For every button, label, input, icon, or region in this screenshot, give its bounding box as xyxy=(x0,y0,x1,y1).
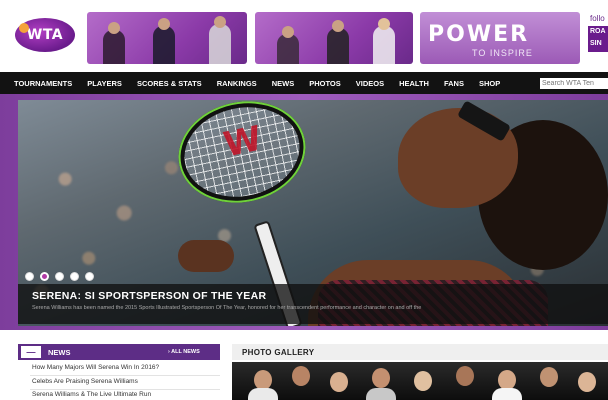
nav-item-tournaments[interactable]: TOURNAMENTS xyxy=(14,79,72,88)
player-head xyxy=(378,18,390,30)
crowd-face xyxy=(578,372,596,392)
slide-dot-4[interactable] xyxy=(70,272,79,281)
collapse-news-button[interactable]: — xyxy=(21,346,41,358)
nav-item-scores-stats[interactable]: SCORES & STATS xyxy=(137,79,202,88)
road-badge[interactable]: ROA SIN xyxy=(588,26,608,52)
player-head xyxy=(282,26,294,38)
crowd-shirt xyxy=(492,388,522,400)
slide-dot-5[interactable] xyxy=(85,272,94,281)
player-silhouette xyxy=(373,26,395,64)
slide-dot-3[interactable] xyxy=(55,272,64,281)
banner-tagline: TO INSPIRE xyxy=(472,48,533,58)
player-silhouette xyxy=(277,34,299,64)
news-item[interactable]: Serena Williams & The Live Ultimate Run xyxy=(32,391,151,398)
nav-item-rankings[interactable]: RANKINGS xyxy=(217,79,257,88)
hero-title[interactable]: SERENA: SI SPORTSPERSON OF THE YEAR xyxy=(32,290,266,302)
slide-indicators xyxy=(25,272,94,281)
player-head xyxy=(332,20,344,32)
nav-item-players[interactable]: PLAYERS xyxy=(87,79,122,88)
crowd-shirt xyxy=(248,388,278,400)
site-header: WTA POWER TO INSPIRE follo ROA SIN xyxy=(0,0,608,72)
crowd-face xyxy=(498,370,516,390)
main-nav: TOURNAMENTS PLAYERS SCORES & STATS RANKI… xyxy=(0,72,608,94)
divider xyxy=(30,389,220,390)
all-news-link[interactable]: › ALL NEWS xyxy=(168,349,200,355)
gallery-photo[interactable] xyxy=(232,362,608,400)
slide-dot-1[interactable] xyxy=(25,272,34,281)
nav-item-health[interactable]: HEALTH xyxy=(399,79,429,88)
player-head xyxy=(158,18,170,30)
photo-gallery-title: PHOTO GALLERY xyxy=(242,348,315,357)
nav-item-shop[interactable]: SHOP xyxy=(479,79,500,88)
crowd-shirt xyxy=(366,388,396,400)
player-silhouette xyxy=(103,30,125,64)
banner-players-left[interactable] xyxy=(87,12,247,64)
player-head xyxy=(108,22,120,34)
power-to-inspire-banner[interactable]: POWER TO INSPIRE xyxy=(420,12,580,64)
player-silhouette xyxy=(327,28,349,64)
hero-description: Serena Williams has been named the 2015 … xyxy=(32,305,422,311)
wta-logo[interactable]: WTA xyxy=(15,18,75,52)
divider xyxy=(30,375,220,376)
crowd-face xyxy=(292,366,310,386)
logo-text: WTA xyxy=(26,27,64,43)
player-fist xyxy=(178,240,234,272)
hero-caption[interactable]: SERENA: SI SPORTSPERSON OF THE YEAR Sere… xyxy=(18,284,608,324)
crowd-face xyxy=(540,367,558,387)
player-silhouette xyxy=(153,26,175,64)
banner-players-right[interactable] xyxy=(255,12,413,64)
player-silhouette xyxy=(209,24,231,64)
racket-logo: W xyxy=(220,118,266,166)
crowd-face xyxy=(414,371,432,391)
slide-dot-2[interactable] xyxy=(40,272,49,281)
photo-gallery-header: PHOTO GALLERY xyxy=(232,344,608,360)
news-item[interactable]: How Many Majors Will Serena Win In 2016? xyxy=(32,364,159,371)
nav-item-fans[interactable]: FANS xyxy=(444,79,464,88)
nav-item-news[interactable]: NEWS xyxy=(272,79,295,88)
search-input[interactable] xyxy=(540,78,608,89)
news-header: — NEWS › ALL NEWS xyxy=(18,344,220,360)
crowd-face xyxy=(372,368,390,388)
nav-item-photos[interactable]: PHOTOS xyxy=(309,79,341,88)
crowd-face xyxy=(330,372,348,392)
news-item[interactable]: Celebs Are Praising Serena Williams xyxy=(32,378,138,385)
crowd-face xyxy=(456,366,474,386)
news-panel: — NEWS › ALL NEWS How Many Majors Will S… xyxy=(18,344,220,400)
nav-item-videos[interactable]: VIDEOS xyxy=(356,79,384,88)
player-head xyxy=(214,16,226,28)
follow-label[interactable]: follo xyxy=(590,14,605,23)
banner-power-text: POWER xyxy=(428,22,530,47)
news-title: NEWS xyxy=(48,348,71,357)
crowd-face xyxy=(254,370,272,390)
